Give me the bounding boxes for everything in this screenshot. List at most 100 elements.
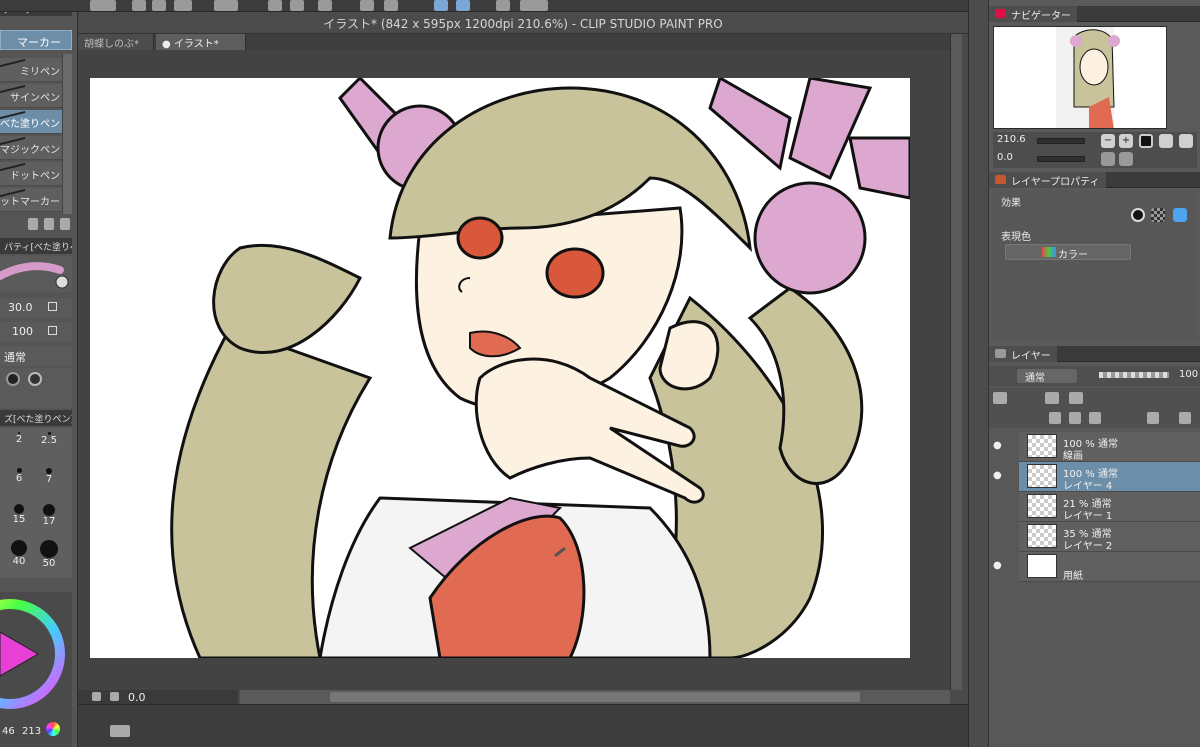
eye-icon[interactable]: ● [993, 470, 1005, 482]
zoom-in-button[interactable]: + [1119, 134, 1133, 148]
new-subtool-icon[interactable] [44, 218, 54, 230]
layer-row[interactable]: 21 % 通常 レイヤー 1 [1019, 492, 1200, 522]
navigator-zoom-value[interactable]: 210.6 [997, 134, 1026, 145]
tab-document-1[interactable]: 胡蝶しのぶ* [78, 34, 154, 50]
zoom-slider[interactable] [1037, 138, 1085, 144]
mask-icon[interactable] [1147, 412, 1159, 424]
layer-thumbnail [1027, 434, 1057, 458]
save-icon[interactable] [174, 0, 192, 11]
tone-effect-button[interactable] [1151, 208, 1165, 222]
timeline-icon[interactable] [110, 725, 130, 737]
opacity-value[interactable]: 100 [12, 325, 33, 338]
eye-icon[interactable]: ● [993, 560, 1005, 572]
size-preset[interactable]: 7 [36, 468, 62, 498]
pen-list-scrollbar[interactable] [62, 54, 72, 214]
color-mode-icon[interactable] [46, 722, 60, 736]
size-preset[interactable]: 17 [36, 504, 62, 534]
eye-icon[interactable] [993, 500, 1005, 512]
brush-size-value[interactable]: 30.0 [8, 301, 33, 314]
pen-item[interactable]: ドットペン [0, 162, 62, 186]
tab-document-2[interactable]: ● イラスト* [156, 34, 246, 50]
rotate-slider[interactable] [1037, 156, 1085, 162]
pen-item[interactable]: ットマーカー [0, 188, 62, 212]
illustration-artwork[interactable] [90, 78, 910, 658]
new-raster-layer-icon[interactable] [1049, 412, 1061, 424]
color-wheel-icon[interactable] [0, 592, 72, 722]
layer-opacity-slider[interactable] [1099, 372, 1169, 378]
trash-icon[interactable] [60, 218, 70, 230]
copy-icon[interactable] [28, 218, 38, 230]
new-folder-icon[interactable] [1089, 412, 1101, 424]
rotate-left-button[interactable] [1101, 152, 1115, 166]
expression-color-select[interactable]: カラー [1005, 244, 1131, 261]
rotate-right-button[interactable] [1119, 152, 1133, 166]
snap-special-icon[interactable] [456, 0, 470, 11]
layer-row[interactable]: 35 % 通常 レイヤー 2 [1019, 522, 1200, 552]
size-preset[interactable]: 2 [6, 432, 32, 462]
new-icon[interactable] [132, 0, 146, 11]
tab-navigator[interactable]: ナビゲーター [989, 6, 1077, 22]
canvas-area[interactable] [78, 50, 950, 690]
print-icon[interactable] [290, 0, 304, 11]
blend-mode-row[interactable]: 通常 [0, 346, 72, 366]
antialias-none-icon[interactable] [6, 372, 20, 386]
snap-ruler-icon[interactable] [434, 0, 448, 11]
layer-blend-select[interactable]: 通常 [1017, 369, 1077, 384]
pen-item[interactable]: ミリペン [0, 58, 62, 82]
layer-color-button[interactable] [1173, 208, 1187, 222]
illustration-canvas[interactable] [90, 78, 910, 658]
flip-horizontal-button[interactable] [1159, 134, 1173, 148]
transform-icon[interactable] [268, 0, 282, 11]
stroke-preview [0, 256, 72, 292]
eye-icon[interactable]: ● [993, 440, 1005, 452]
navigator-thumbnail[interactable] [993, 26, 1167, 129]
clip-layer-icon[interactable] [1069, 392, 1083, 404]
size-preset[interactable]: 6 [6, 468, 32, 498]
fit-screen-button[interactable] [1139, 134, 1153, 148]
flip-vertical-button[interactable] [1179, 134, 1193, 148]
fit-icon[interactable] [110, 692, 119, 701]
eye-icon[interactable] [993, 530, 1005, 542]
new-vector-layer-icon[interactable] [1069, 412, 1081, 424]
lock-icon[interactable] [1045, 392, 1059, 404]
layer-row[interactable]: ● 100 % 通常 線画 [993, 432, 1200, 462]
navigator-rotate-value[interactable]: 0.0 [997, 152, 1013, 163]
tab-layer[interactable]: レイヤー [989, 346, 1057, 362]
view-icon[interactable] [520, 0, 548, 11]
size-preset[interactable]: 2.5 [36, 432, 62, 462]
brush-size-checkbox[interactable] [48, 302, 57, 311]
snap-icon[interactable] [384, 0, 398, 11]
tab-layer-property[interactable]: レイヤープロパティ [989, 172, 1106, 188]
size-preset[interactable]: 15 [6, 504, 32, 534]
canvas-vertical-scrollbar[interactable] [950, 34, 962, 690]
blend-mode-select[interactable]: 通常 [4, 349, 26, 365]
opacity-row[interactable]: 100 [0, 322, 72, 342]
antialias-weak-icon[interactable] [28, 372, 42, 386]
opacity-checkbox[interactable] [48, 326, 57, 335]
layer-opacity-value[interactable]: 100 [1179, 369, 1198, 380]
pen-item[interactable]: サインペン [0, 84, 62, 108]
canvas-horizontal-scrollbar[interactable] [240, 690, 950, 704]
open-icon[interactable] [152, 0, 166, 11]
brush-icon[interactable] [318, 0, 332, 11]
grid-icon[interactable] [496, 0, 510, 11]
layer-row[interactable]: ● 用紙 [993, 552, 1200, 582]
zoom-out-icon[interactable] [92, 692, 101, 701]
brush-size-row[interactable]: 30.0 [0, 298, 72, 318]
border-effect-button[interactable] [1131, 208, 1145, 222]
zoom-out-button[interactable]: − [1101, 134, 1115, 148]
size-preset[interactable]: 50 [36, 540, 62, 570]
tab-marker[interactable]: マーカー [0, 30, 72, 50]
pen-item[interactable]: べた塗りペン [0, 110, 62, 134]
size-preset[interactable]: 40 [6, 540, 32, 570]
delete-layer-icon[interactable] [1179, 412, 1191, 424]
canvas-status-bar: 0.0 [78, 690, 238, 704]
layer-row[interactable]: ● 100 % 通常 レイヤー 4 [993, 462, 1200, 492]
clip-icon[interactable] [90, 0, 116, 11]
layer-color-icon[interactable] [993, 392, 1007, 404]
undo-icon[interactable] [214, 0, 238, 11]
pen-item[interactable]: マジックペン [0, 136, 62, 160]
canvas-zoom-value[interactable]: 0.0 [128, 691, 146, 704]
ruler-icon[interactable] [360, 0, 374, 11]
horizontal-scroll-thumb[interactable] [330, 692, 860, 702]
